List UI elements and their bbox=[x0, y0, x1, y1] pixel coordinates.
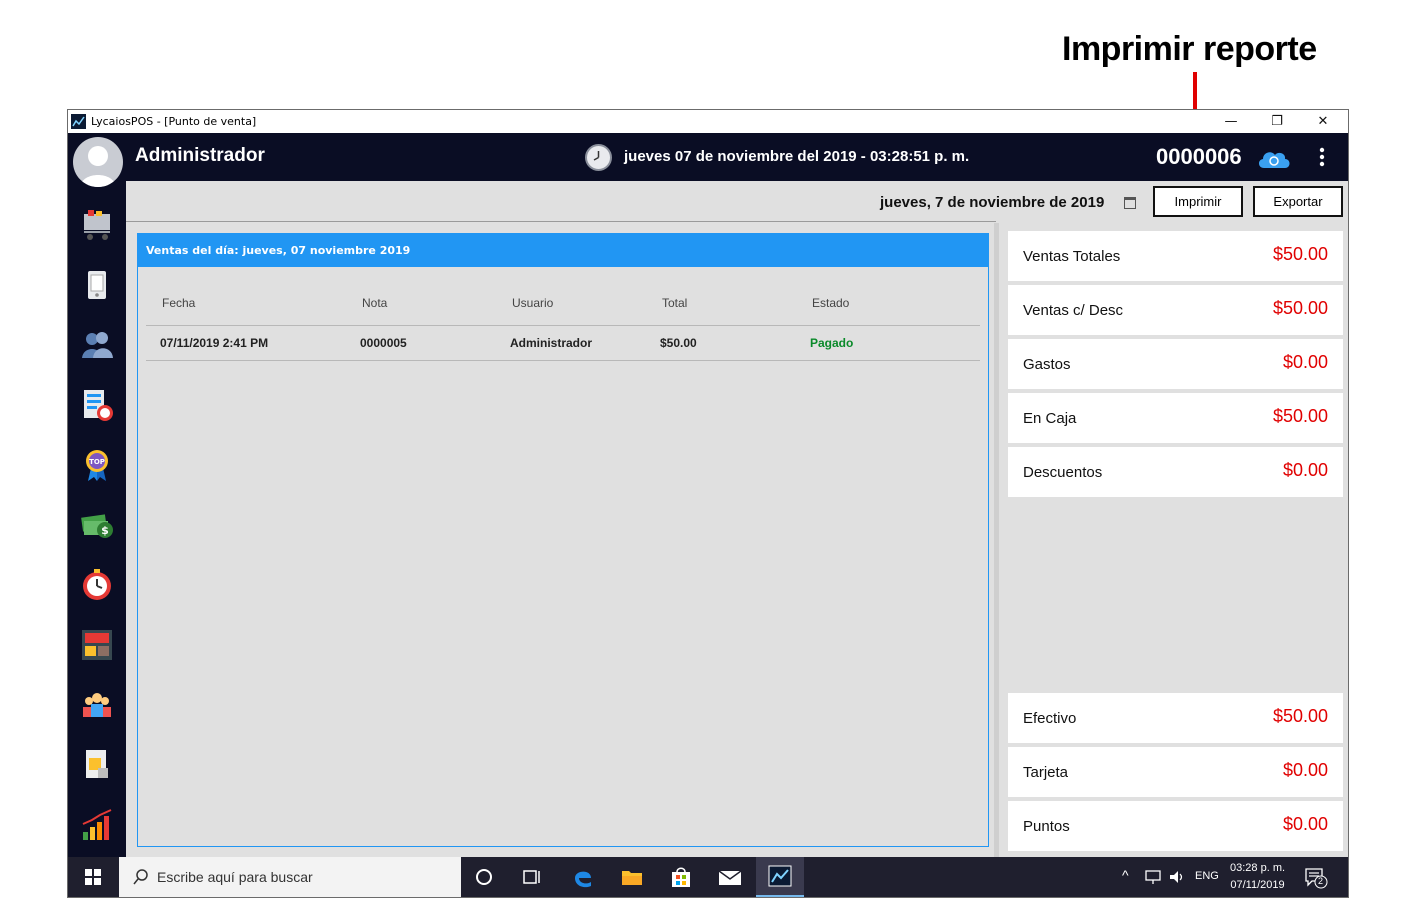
search-icon bbox=[133, 869, 148, 885]
payment-value: $0.00 bbox=[1282, 814, 1328, 834]
clock-icon bbox=[585, 144, 612, 171]
payment-value: $0.00 bbox=[1282, 760, 1328, 780]
column-header-fecha[interactable]: Fecha bbox=[162, 296, 195, 310]
cell-usuario: Administrador bbox=[510, 336, 593, 350]
cell-total: $50.00 bbox=[660, 336, 697, 350]
search-placeholder: Escribe aquí para buscar bbox=[157, 869, 313, 885]
column-header-nota[interactable]: Nota bbox=[362, 296, 387, 310]
more-options-icon[interactable] bbox=[1312, 144, 1332, 170]
main-content: jueves, 7 de noviembre de 2019 Imprimir … bbox=[126, 181, 1348, 857]
summary-card-gastos: Gastos $0.00 bbox=[1008, 339, 1343, 389]
money-icon[interactable]: $ bbox=[80, 508, 114, 542]
cortana-icon[interactable] bbox=[471, 865, 497, 889]
users-icon[interactable] bbox=[80, 328, 114, 362]
employees-icon[interactable] bbox=[80, 688, 114, 722]
panel-splitter bbox=[994, 223, 999, 857]
growth-chart-icon[interactable] bbox=[80, 808, 114, 842]
sales-panel: Ventas del día: jueves, 07 noviembre 201… bbox=[137, 233, 989, 847]
header-bar: Administrador jueves 07 de noviembre del… bbox=[68, 133, 1348, 187]
sidebar: TOP $ bbox=[68, 181, 126, 857]
summary-value: $0.00 bbox=[1282, 460, 1328, 480]
inventory-icon[interactable] bbox=[80, 628, 114, 662]
summary-value: $50.00 bbox=[1272, 244, 1328, 264]
sales-panel-title: Ventas del día: jueves, 07 noviembre 201… bbox=[138, 234, 988, 267]
summary-card-descuentos: Descuentos $0.00 bbox=[1008, 447, 1343, 497]
window-title: LycaiosPOS - [Punto de venta] bbox=[91, 115, 257, 128]
summary-label: Ventas c/ Desc bbox=[1023, 302, 1124, 319]
close-button[interactable]: ✕ bbox=[1300, 110, 1346, 133]
cell-nota: 0000005 bbox=[360, 336, 407, 350]
taskbar-time: 03:28 p. m. bbox=[1230, 862, 1286, 874]
column-header-estado[interactable]: Estado bbox=[812, 296, 849, 310]
payment-label: Tarjeta bbox=[1023, 764, 1069, 781]
app-window: LycaiosPOS - [Punto de venta] — ❐ ✕ Admi… bbox=[67, 109, 1349, 898]
payment-value: $50.00 bbox=[1272, 706, 1328, 726]
mail-icon[interactable] bbox=[717, 865, 743, 889]
alarm-icon[interactable] bbox=[80, 568, 114, 602]
folio-number: 0000006 bbox=[1156, 144, 1242, 169]
summary-label: Ventas Totales bbox=[1023, 248, 1121, 265]
report-clock-icon[interactable] bbox=[80, 388, 114, 422]
app-logo-icon bbox=[71, 114, 86, 129]
summary-card-ventas-totales: Ventas Totales $50.00 bbox=[1008, 231, 1343, 281]
taskbar-search-box[interactable]: Escribe aquí para buscar bbox=[119, 857, 461, 897]
task-view-icon[interactable] bbox=[519, 865, 545, 889]
print-button[interactable]: Imprimir bbox=[1153, 186, 1243, 217]
language-indicator[interactable]: ENG bbox=[1195, 870, 1219, 882]
taskbar-clock[interactable]: 03:28 p. m. 07/11/2019 bbox=[1230, 860, 1285, 894]
svg-text:$: $ bbox=[101, 524, 109, 537]
payment-label: Efectivo bbox=[1023, 710, 1077, 727]
tray-expand-icon[interactable]: ^ bbox=[1122, 867, 1129, 883]
column-header-total[interactable]: Total bbox=[662, 296, 687, 310]
current-datetime: jueves 07 de noviembre del 2019 - 03:28:… bbox=[624, 148, 970, 165]
payment-label: Puntos bbox=[1023, 818, 1070, 835]
lycaiospos-taskbar-button[interactable] bbox=[756, 857, 804, 897]
volume-icon[interactable] bbox=[1168, 869, 1186, 888]
summary-value: $0.00 bbox=[1282, 352, 1328, 372]
export-button[interactable]: Exportar bbox=[1253, 186, 1343, 217]
summary-label: Descuentos bbox=[1023, 464, 1103, 481]
taskbar-date: 07/11/2019 bbox=[1230, 879, 1285, 891]
svg-text:TOP: TOP bbox=[89, 458, 105, 466]
title-bar: LycaiosPOS - [Punto de venta] — ❐ ✕ bbox=[68, 110, 1348, 133]
payment-card-puntos: Puntos $0.00 bbox=[1008, 801, 1343, 851]
column-header-usuario[interactable]: Usuario bbox=[512, 296, 553, 310]
annotation-title: Imprimir reporte bbox=[1062, 30, 1317, 68]
toolbar-divider bbox=[126, 221, 996, 222]
file-explorer-icon[interactable] bbox=[619, 865, 645, 889]
cloud-sync-icon[interactable] bbox=[1256, 146, 1292, 170]
document-icon[interactable] bbox=[80, 748, 114, 782]
payment-card-tarjeta: Tarjeta $0.00 bbox=[1008, 747, 1343, 797]
notifications-icon bbox=[1305, 868, 1328, 889]
row-divider bbox=[146, 360, 980, 361]
summary-value: $50.00 bbox=[1272, 298, 1328, 318]
cart-icon[interactable] bbox=[80, 208, 114, 242]
header-divider bbox=[146, 325, 980, 326]
restore-button[interactable]: ❐ bbox=[1254, 110, 1300, 133]
top-badge-icon[interactable]: TOP bbox=[80, 448, 114, 482]
phone-icon[interactable] bbox=[80, 268, 114, 302]
summary-value: $50.00 bbox=[1272, 406, 1328, 426]
summary-card-en-caja: En Caja $50.00 bbox=[1008, 393, 1343, 443]
notification-count: 2 bbox=[1318, 876, 1324, 886]
payment-card-efectivo: Efectivo $50.00 bbox=[1008, 693, 1343, 743]
windows-icon bbox=[84, 869, 101, 885]
avatar[interactable] bbox=[73, 137, 123, 187]
notification-center-button[interactable]: 2 bbox=[1304, 867, 1328, 889]
summary-label: En Caja bbox=[1023, 410, 1077, 427]
summary-card-ventas-desc: Ventas c/ Desc $50.00 bbox=[1008, 285, 1343, 335]
cell-fecha: 07/11/2019 2:41 PM bbox=[160, 336, 269, 350]
taskbar: Escribe aquí para buscar ^ ENG 03:28 p. … bbox=[68, 857, 1348, 897]
windows-start-button[interactable] bbox=[68, 857, 117, 897]
calendar-icon[interactable] bbox=[1124, 197, 1136, 209]
minimize-button[interactable]: — bbox=[1208, 110, 1254, 133]
edge-browser-icon[interactable] bbox=[570, 865, 596, 889]
summary-label: Gastos bbox=[1023, 356, 1071, 373]
network-icon[interactable] bbox=[1145, 869, 1163, 888]
user-name: Administrador bbox=[135, 145, 265, 166]
report-date[interactable]: jueves, 7 de noviembre de 2019 bbox=[880, 194, 1104, 211]
status-badge: Pagado bbox=[810, 336, 854, 350]
store-icon[interactable] bbox=[668, 865, 694, 889]
app-logo-icon bbox=[768, 865, 792, 887]
